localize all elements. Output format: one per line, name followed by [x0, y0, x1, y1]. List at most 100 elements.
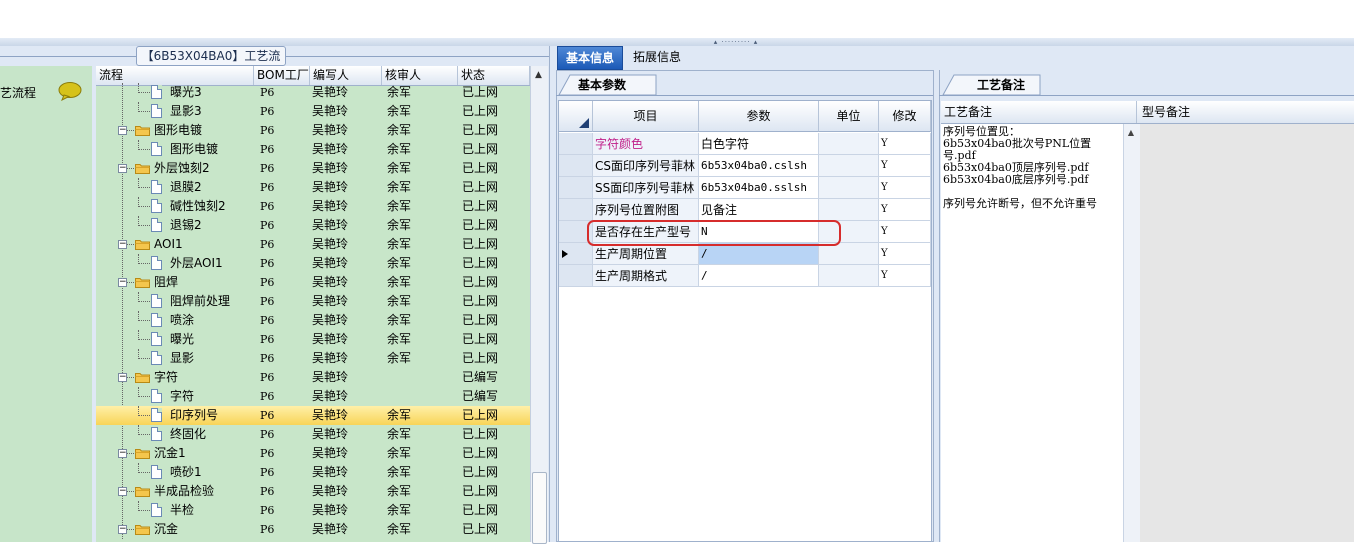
panel-title: 【6B53X04BA0】工艺流程	[136, 46, 286, 81]
folder-icon	[135, 487, 150, 497]
note-scrollbar[interactable]	[1123, 124, 1140, 542]
tree-row[interactable]: 喷涂 P6 吴艳玲 余军 已上网	[96, 311, 530, 330]
param-row[interactable]: 生产周期位置 / Y	[559, 243, 931, 265]
bom-factory-cell: P6	[260, 181, 275, 194]
tree-row[interactable]: 半检 P6 吴艳玲 余军 已上网	[96, 501, 530, 520]
param-unit-cell[interactable]	[819, 243, 879, 265]
notes-header-process[interactable]: 工艺备注	[941, 101, 1137, 123]
tab-basic-info[interactable]: 基本信息	[557, 46, 623, 70]
param-unit-cell[interactable]	[819, 133, 879, 155]
param-value-cell[interactable]: 见备注	[699, 199, 819, 221]
collapse-toggle-icon[interactable]: −	[118, 278, 127, 287]
scroll-up-arrow-icon[interactable]: ▲	[530, 68, 547, 82]
status-cell: 已上网	[462, 332, 499, 346]
scrollbar-thumb[interactable]	[532, 472, 547, 544]
folder-icon	[135, 240, 150, 250]
tree-row[interactable]: − 图形电镀 P6 吴艳玲 余军 已上网	[96, 121, 530, 140]
tree-row[interactable]: − 沉金 P6 吴艳玲 余军 已上网	[96, 520, 530, 539]
tree-row[interactable]: 阻焊前处理 P6 吴艳玲 余军 已上网	[96, 292, 530, 311]
param-value-cell[interactable]: /	[699, 243, 819, 265]
tree-row[interactable]: 曝光 P6 吴艳玲 余军 已上网	[96, 330, 530, 349]
param-unit-cell[interactable]	[819, 265, 879, 287]
row-indicator[interactable]	[559, 133, 593, 155]
status-cell: 已编写	[462, 389, 499, 403]
param-row[interactable]: SS面印序列号菲林 6b53x04ba0.sslsh Y	[559, 177, 931, 199]
collapse-toggle-icon[interactable]: −	[118, 164, 127, 173]
process-note-text[interactable]: 序列号位置见： 6b53x04ba0批次号PNL位置 号.pdf 6b53x04…	[943, 126, 1121, 210]
tree-row[interactable]: 曝光3 P6 吴艳玲 余军 已上网	[96, 83, 530, 102]
reviewer-cell: 余军	[387, 427, 412, 441]
tree-row[interactable]: − 沉金1 P6 吴艳玲 余军 已上网	[96, 444, 530, 463]
row-indicator[interactable]	[559, 199, 593, 221]
param-row[interactable]: 生产周期格式 / Y	[559, 265, 931, 287]
params-header-unit[interactable]: 单位	[819, 101, 879, 132]
tree-row[interactable]: − 外层蚀刻2 P6 吴艳玲 余军 已上网	[96, 159, 530, 178]
tree-row[interactable]: 碱性蚀刻2 P6 吴艳玲 余军 已上网	[96, 197, 530, 216]
param-row[interactable]: 字符颜色 白色字符 Y	[559, 133, 931, 155]
chat-bubble-icon[interactable]	[58, 82, 82, 101]
param-value-cell[interactable]: 6b53x04ba0.sslsh	[699, 177, 819, 199]
tree-row[interactable]: 退膜2 P6 吴艳玲 余军 已上网	[96, 178, 530, 197]
row-indicator[interactable]	[559, 155, 593, 177]
current-row-arrow-icon	[562, 250, 568, 258]
param-unit-cell[interactable]	[819, 177, 879, 199]
tree-node-label: 曝光3	[170, 85, 202, 99]
tree-row[interactable]: 图形电镀 P6 吴艳玲 余军 已上网	[96, 140, 530, 159]
tab-extended-info[interactable]: 拓展信息	[624, 46, 690, 70]
param-row[interactable]: 序列号位置附图 见备注 Y	[559, 199, 931, 221]
row-indicator[interactable]	[559, 177, 593, 199]
tree-row[interactable]: − AOI1 P6 吴艳玲 余军 已上网	[96, 235, 530, 254]
tree-row[interactable]: − 阻焊 P6 吴艳玲 余军 已上网	[96, 273, 530, 292]
tree-row[interactable]: 终固化 P6 吴艳玲 余军 已上网	[96, 425, 530, 444]
editor-cell: 吴艳玲	[312, 313, 349, 327]
reviewer-cell: 余军	[387, 85, 412, 99]
folder-icon	[135, 373, 150, 383]
collapse-toggle-icon[interactable]: −	[118, 240, 127, 249]
tree-row[interactable]: − 字符 P6 吴艳玲 已编写	[96, 368, 530, 387]
row-indicator[interactable]	[559, 265, 593, 287]
tree-scrollbar[interactable]	[530, 66, 548, 542]
tree-row[interactable]: 喷砂1 P6 吴艳玲 余军 已上网	[96, 463, 530, 482]
param-unit-cell[interactable]	[819, 199, 879, 221]
tree-row[interactable]: 印序列号 P6 吴艳玲 余军 已上网	[96, 406, 530, 425]
tree-row[interactable]: − 半成品检验 P6 吴艳玲 余军 已上网	[96, 482, 530, 501]
param-modify-cell[interactable]: Y	[879, 177, 931, 199]
tree-row[interactable]: 显影3 P6 吴艳玲 余军 已上网	[96, 102, 530, 121]
param-modify-cell[interactable]: Y	[879, 265, 931, 287]
collapse-toggle-icon[interactable]: −	[118, 525, 127, 534]
param-modify-cell[interactable]: Y	[879, 221, 931, 243]
tree-row[interactable]: 显影 P6 吴艳玲 余军 已上网	[96, 349, 530, 368]
params-header-modify[interactable]: 修改	[879, 101, 931, 132]
collapse-toggle-icon[interactable]: −	[118, 487, 127, 496]
param-value-cell[interactable]: /	[699, 265, 819, 287]
param-modify-cell[interactable]: Y	[879, 243, 931, 265]
row-indicator[interactable]	[559, 243, 593, 265]
param-value-cell[interactable]: 6b53x04ba0.cslsh	[699, 155, 819, 177]
nav-item-process-flow[interactable]: 艺流程	[0, 84, 36, 101]
tree-row[interactable]: 退锡2 P6 吴艳玲 余军 已上网	[96, 216, 530, 235]
notes-header-model[interactable]: 型号备注	[1139, 101, 1354, 123]
param-unit-cell[interactable]	[819, 155, 879, 177]
param-modify-cell[interactable]: Y	[879, 155, 931, 177]
tree-row[interactable]: 字符 P6 吴艳玲 已编写	[96, 387, 530, 406]
subtab-basic-params[interactable]: 基本参数	[578, 76, 626, 93]
param-modify-cell[interactable]: Y	[879, 199, 931, 221]
param-modify-cell[interactable]: Y	[879, 133, 931, 155]
param-row[interactable]: CS面印序列号菲林 6b53x04ba0.cslsh Y	[559, 155, 931, 177]
collapse-toggle-icon[interactable]: −	[118, 449, 127, 458]
tree-row[interactable]: 外层AOI1 P6 吴艳玲 余军 已上网	[96, 254, 530, 273]
params-header-value[interactable]: 参数	[699, 101, 819, 132]
splitter-grip-icon[interactable]: ▴ ········· ▴	[696, 39, 776, 46]
param-value-cell[interactable]: 白色字符	[699, 133, 819, 155]
editor-cell: 吴艳玲	[312, 142, 349, 156]
model-note-area[interactable]	[1140, 124, 1354, 542]
collapse-toggle-icon[interactable]: −	[118, 373, 127, 382]
panel-splitter[interactable]	[549, 46, 556, 542]
subtab-process-notes[interactable]: 工艺备注	[977, 76, 1025, 93]
collapse-toggle-icon[interactable]: −	[118, 126, 127, 135]
scroll-up-arrow-icon[interactable]: ▲	[1123, 127, 1139, 139]
folder-icon	[135, 449, 150, 459]
editor-cell: 吴艳玲	[312, 237, 349, 251]
folder-icon	[135, 164, 150, 174]
params-header-item[interactable]: 项目	[593, 101, 699, 132]
